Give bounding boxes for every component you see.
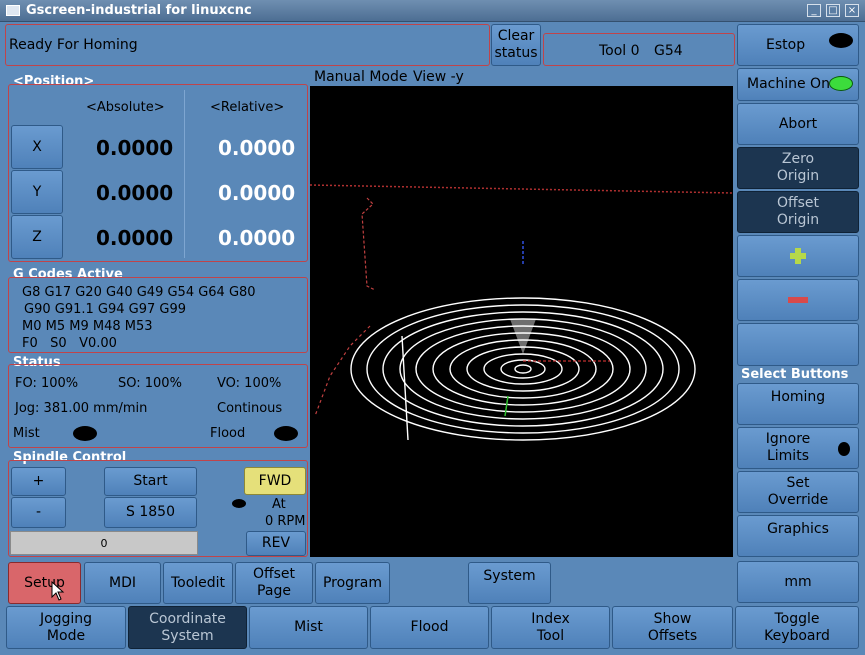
toolpath-preview-svg: [309, 184, 734, 441]
spindle-fwd-button[interactable]: FWD: [244, 467, 306, 495]
select-buttons-title: Select Buttons: [741, 367, 849, 382]
feed-override: FO: 100%: [15, 376, 79, 391]
offset-origin-button[interactable]: Offset Origin: [737, 191, 859, 233]
tab-mdi[interactable]: MDI: [84, 562, 161, 604]
estop-label: Estop: [766, 36, 806, 53]
position-divider: [184, 90, 185, 258]
axis-x-button[interactable]: X: [11, 125, 63, 169]
spindle-minus-button[interactable]: -: [11, 497, 66, 528]
blank-button[interactable]: [737, 323, 859, 366]
axis-y-button[interactable]: Y: [11, 170, 63, 214]
homing-button[interactable]: Homing: [737, 383, 859, 425]
estop-indicator: [829, 33, 853, 48]
jog-mode: Continous: [217, 401, 283, 416]
gcodes-line-3: M0 M5 M9 M48 M53: [22, 319, 153, 334]
mist-button[interactable]: Mist: [249, 606, 368, 649]
spindle-plus-button[interactable]: +: [11, 467, 66, 496]
machine-on-label: Machine On: [747, 76, 830, 92]
graphics-preview[interactable]: [309, 86, 734, 557]
jogging-mode-button[interactable]: Jogging Mode: [6, 606, 126, 649]
tool-info-box: Tool 0 G54: [543, 33, 735, 66]
mist-label: Mist: [13, 426, 40, 441]
tool-cone: [510, 319, 536, 354]
index-tool-button[interactable]: Index Tool: [491, 606, 610, 649]
spindle-rev-button[interactable]: REV: [246, 531, 306, 556]
zero-origin-button[interactable]: Zero Origin: [737, 147, 859, 189]
minus-icon: [788, 297, 808, 303]
mode-label: Manual Mode: [314, 69, 408, 85]
at-speed-label: At: [272, 497, 286, 512]
mist-indicator: [73, 426, 97, 441]
spindle-override-slider[interactable]: 0: [10, 531, 198, 555]
toolpath-spiral: [350, 297, 696, 441]
y-axis-line: [504, 395, 509, 417]
absolute-header: <Absolute>: [86, 100, 165, 115]
velocity-override: VO: 100%: [217, 376, 282, 391]
coordinate-system-button[interactable]: Coordinate System: [128, 606, 247, 649]
spindle-start-button[interactable]: Start: [104, 467, 197, 496]
z-relative-value: 0.0000: [218, 226, 296, 250]
set-override-button[interactable]: Set Override: [737, 471, 859, 513]
axis-z-button[interactable]: Z: [11, 215, 63, 259]
view-label: View -y: [413, 69, 464, 85]
window-title: Gscreen-industrial for linuxcnc: [26, 3, 252, 18]
at-speed-indicator: [232, 499, 246, 508]
gcodes-line-2: G90 G91.1 G94 G97 G99: [24, 302, 187, 317]
tool-label: Tool 0: [599, 43, 640, 59]
spindle-override: SO: 100%: [118, 376, 182, 391]
ignore-limits-indicator: [838, 442, 850, 456]
minimize-icon[interactable]: _: [807, 4, 821, 17]
relative-header: <Relative>: [210, 100, 285, 115]
close-icon[interactable]: ×: [845, 4, 859, 17]
window-icon: [6, 5, 20, 16]
gcodes-line-4: F0 S0 V0.00: [22, 336, 117, 351]
y-relative-value: 0.0000: [218, 181, 296, 205]
tab-setup[interactable]: Setup: [8, 562, 81, 604]
abort-button[interactable]: Abort: [737, 103, 859, 145]
mouse-cursor-icon: [51, 581, 65, 601]
jog-rate: Jog: 381.00 mm/min: [15, 401, 148, 416]
tab-system[interactable]: System: [468, 562, 551, 604]
spindle-rpm: 0 RPM: [265, 514, 306, 529]
red-trace-top: [361, 197, 376, 291]
y-absolute-value: 0.0000: [96, 181, 174, 205]
status-message: Ready For Homing: [9, 37, 138, 53]
status-message-box: Ready For Homing: [5, 24, 490, 66]
x-relative-value: 0.0000: [218, 136, 296, 160]
window-title-bar: Gscreen-industrial for linuxcnc: [0, 0, 865, 22]
flood-indicator: [274, 426, 298, 441]
units-button[interactable]: mm: [737, 561, 859, 603]
flood-button[interactable]: Flood: [370, 606, 489, 649]
tab-program[interactable]: Program: [315, 562, 390, 604]
maximize-icon[interactable]: □: [826, 4, 840, 17]
machine-on-indicator: [829, 76, 853, 91]
plus-icon: [790, 248, 806, 264]
x-absolute-value: 0.0000: [96, 136, 174, 160]
graphics-button[interactable]: Graphics: [737, 515, 859, 557]
machine-limit-line: [309, 184, 734, 194]
tab-tooledit[interactable]: Tooledit: [163, 562, 233, 604]
clear-status-button[interactable]: Clear status: [491, 24, 541, 66]
spindle-speed-button[interactable]: S 1850: [104, 497, 197, 528]
coord-system-label: G54: [654, 43, 683, 59]
toggle-keyboard-button[interactable]: Toggle Keyboard: [735, 606, 859, 649]
flood-label: Flood: [210, 426, 246, 441]
decrease-button[interactable]: [737, 279, 859, 321]
z-absolute-value: 0.0000: [96, 226, 174, 250]
gcodes-line-1: G8 G17 G20 G40 G49 G54 G64 G80: [22, 285, 256, 300]
red-trace-diagonal: [314, 325, 371, 417]
tab-offset-page[interactable]: Offset Page: [235, 562, 313, 604]
increase-button[interactable]: [737, 235, 859, 277]
show-offsets-button[interactable]: Show Offsets: [612, 606, 733, 649]
